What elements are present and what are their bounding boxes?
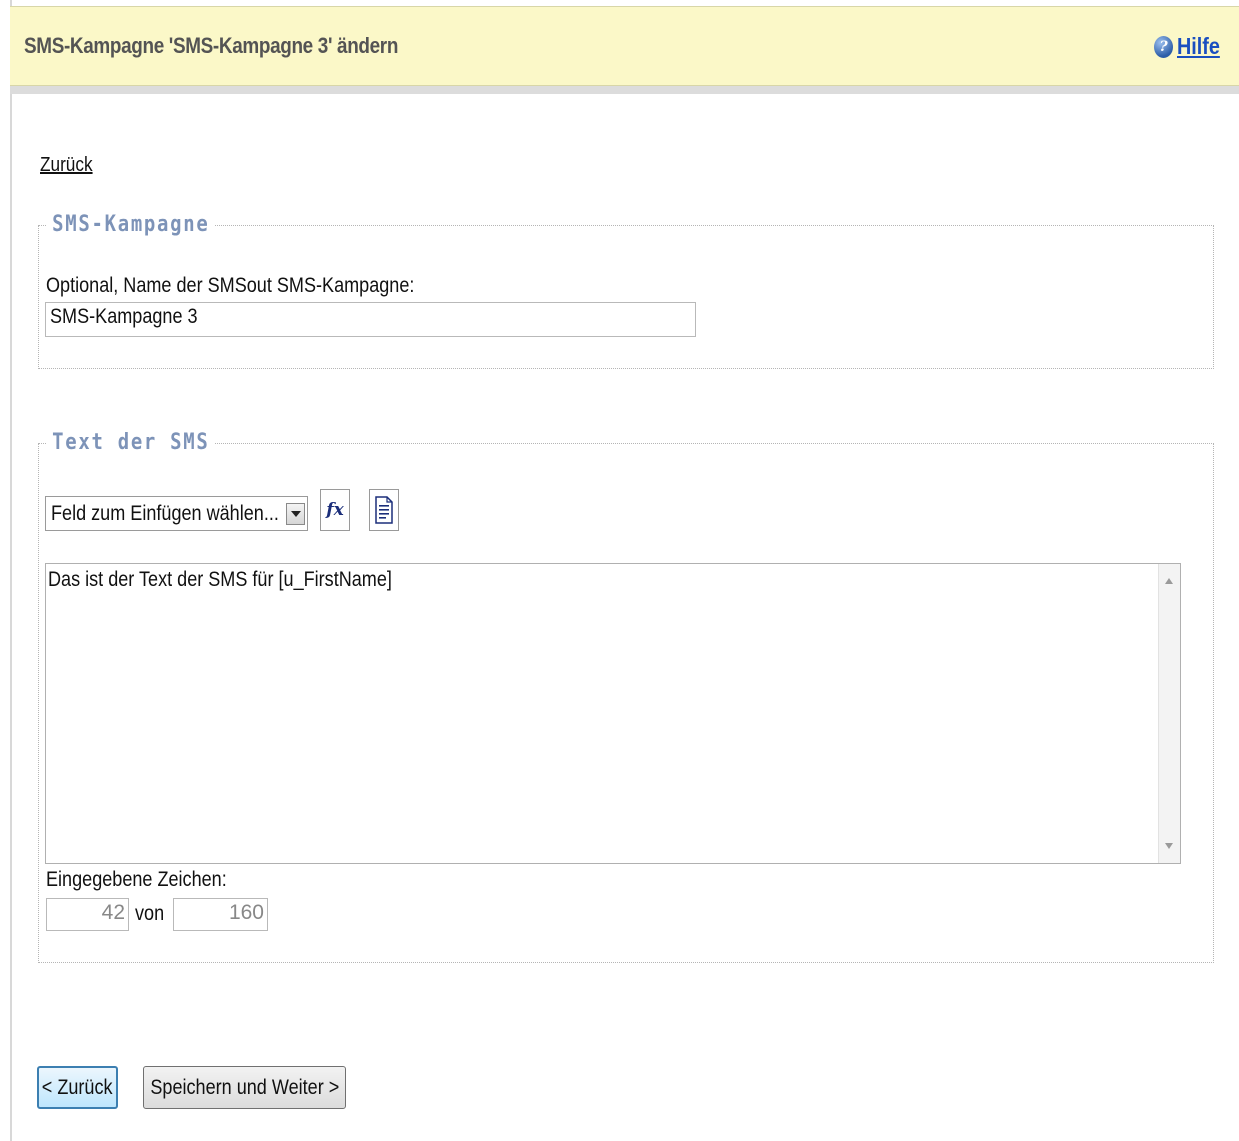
back-button[interactable]: < Zurück [37, 1066, 118, 1109]
sms-text-legend: Text der SMS [47, 430, 215, 455]
help-label[interactable]: Hilfe [1177, 33, 1220, 60]
page-header: SMS-Kampagne 'SMS-Kampagne 3' ändern ? H… [10, 6, 1239, 86]
function-button[interactable]: fx [320, 489, 350, 531]
scroll-down-icon[interactable] [1165, 843, 1173, 849]
chars-label: Eingegebene Zeichen: [46, 868, 227, 891]
save-and-next-button[interactable]: Speichern und Weiter > [143, 1066, 346, 1109]
document-icon [375, 496, 393, 524]
scroll-up-icon[interactable] [1165, 578, 1173, 584]
document-button[interactable] [369, 489, 399, 531]
campaign-name-value: SMS-Kampagne 3 [50, 305, 198, 328]
function-icon: fx [326, 500, 344, 520]
chars-entered-field: 42 [46, 898, 129, 931]
chars-of-label: von [135, 902, 165, 925]
chars-max-field: 160 [173, 898, 268, 931]
campaign-name-label: Optional, Name der SMSout SMS-Kampagne: [46, 274, 415, 297]
back-link[interactable]: Zurück [40, 154, 93, 177]
save-and-next-label: Speichern und Weiter > [150, 1075, 339, 1099]
window-left-border [10, 0, 12, 1141]
chevron-down-icon[interactable] [286, 503, 305, 525]
page-title: SMS-Kampagne 'SMS-Kampagne 3' ändern [24, 33, 399, 58]
sms-text-area[interactable]: Das ist der Text der SMS für [u_FirstNam… [45, 563, 1181, 864]
header-divider [10, 86, 1239, 94]
help-question-icon[interactable]: ? [1154, 35, 1174, 58]
insert-field-select[interactable]: Feld zum Einfügen wählen... [45, 496, 308, 531]
insert-field-select-value: Feld zum Einfügen wählen... [51, 502, 279, 525]
campaign-name-input[interactable]: SMS-Kampagne 3 [45, 302, 696, 337]
back-button-label: < Zurück [42, 1075, 113, 1099]
sms-text-value: Das ist der Text der SMS für [u_FirstNam… [48, 568, 392, 591]
help-link[interactable]: ? Hilfe [1154, 33, 1227, 60]
campaign-legend: SMS-Kampagne [47, 212, 215, 237]
textarea-scrollbar[interactable] [1158, 564, 1180, 863]
